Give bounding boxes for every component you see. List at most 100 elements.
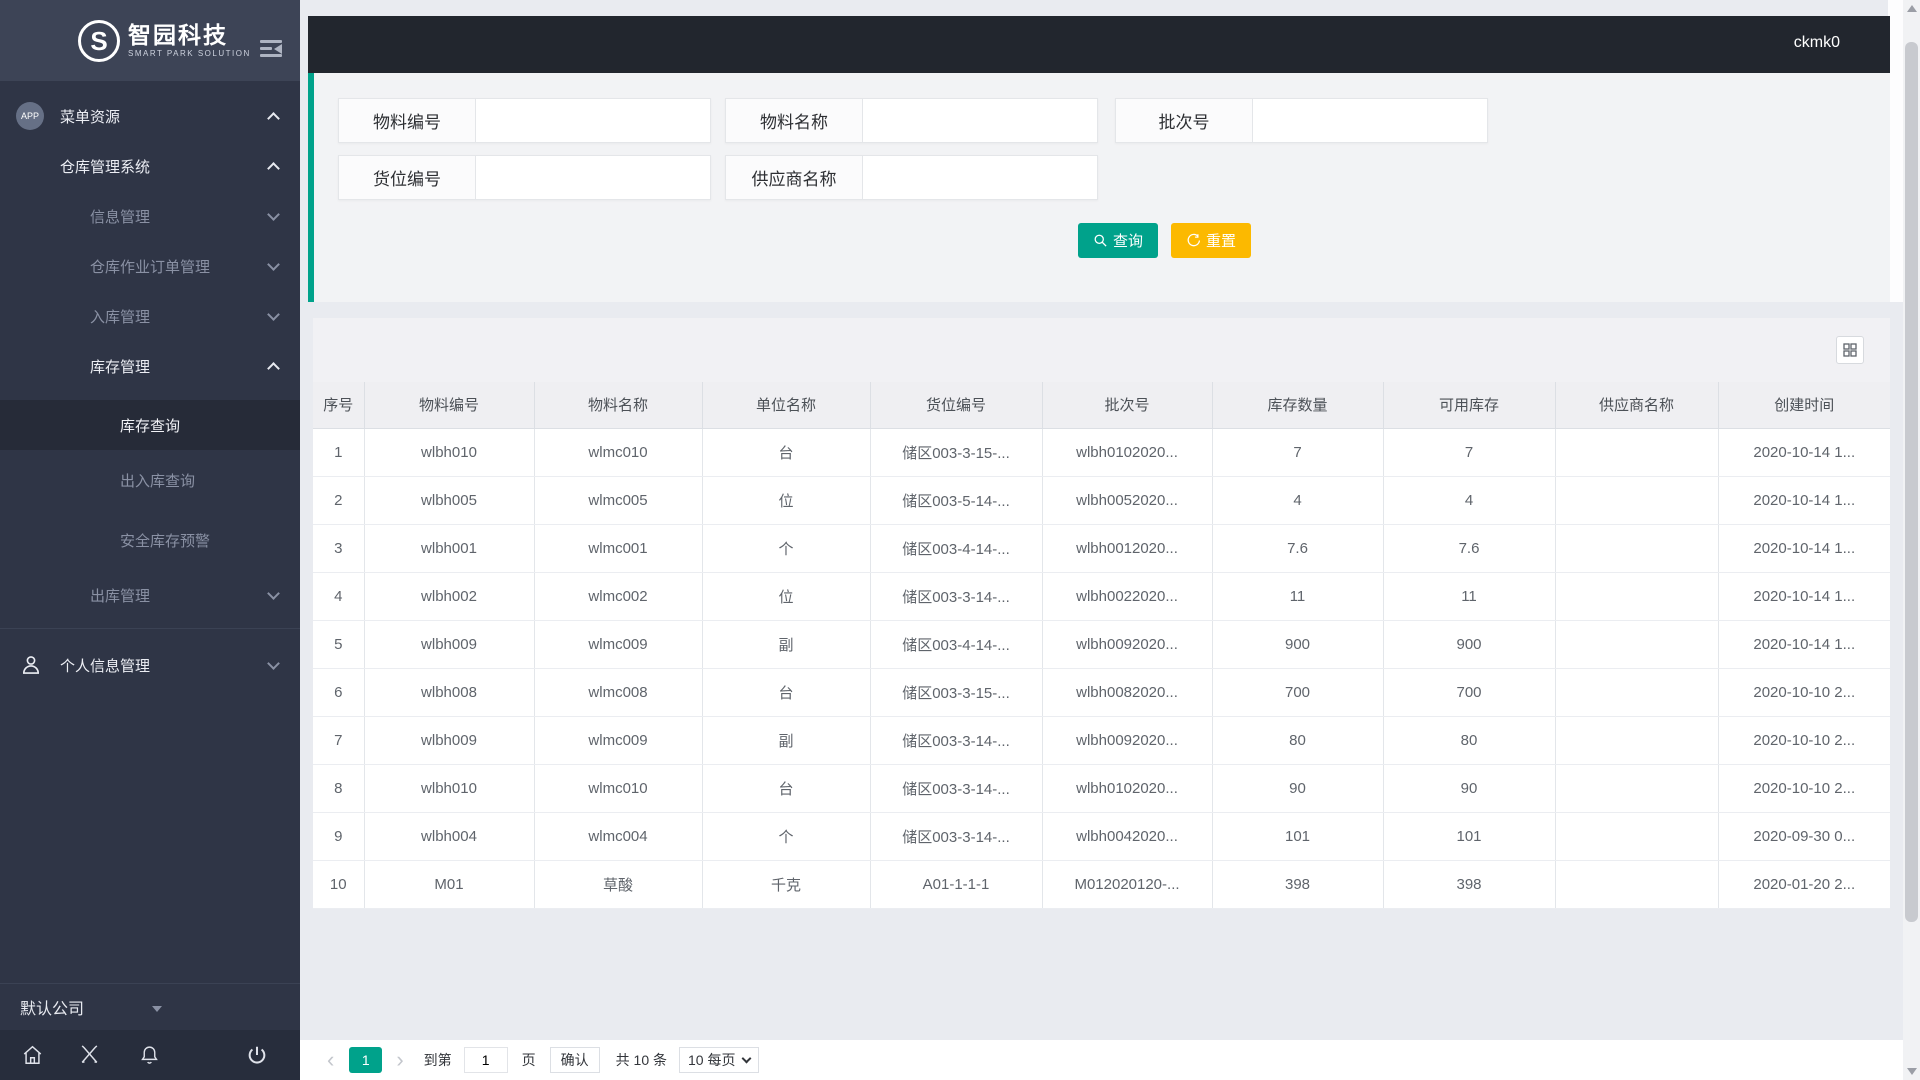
page-size-select[interactable]: 10 每页: [679, 1047, 760, 1073]
app-badge-icon: APP: [16, 102, 44, 130]
table-cell: 位: [702, 572, 871, 621]
inventory-table: 序号 物料编号 物料名称 单位名称 货位编号 批次号 库存数量 可用库存 供应商名称 创建时间 1…: [313, 382, 1890, 909]
company-select-label: 默认公司: [20, 1001, 85, 1018]
scroll-down-icon[interactable]: [1907, 1068, 1917, 1075]
table-cell: 千克: [702, 860, 871, 909]
table-cell: wlbh0092020...: [1042, 716, 1213, 765]
sidebar-item-warehouse-order-mgmt[interactable]: 仓库作业订单管理: [0, 241, 300, 291]
supplier-name-input[interactable]: [862, 155, 1098, 200]
table-cell: 900: [1212, 620, 1384, 669]
goto-label: 到第: [423, 1052, 452, 1068]
table-cell: [1555, 860, 1719, 909]
sidebar-item-inout-query[interactable]: 出入库查询: [0, 450, 300, 510]
table-cell: 7: [1383, 427, 1556, 477]
table-cell: 储区003-4-14-...: [870, 620, 1043, 669]
query-button[interactable]: 查询: [1078, 223, 1158, 258]
table-cell: [1555, 812, 1719, 861]
table-cell: A01-1-1-1: [870, 860, 1043, 909]
table-cell: [1555, 524, 1719, 573]
column-header: 物料名称: [534, 382, 703, 428]
tools-button[interactable]: [78, 1044, 101, 1066]
field-label: 批次号: [1115, 98, 1252, 143]
chevron-down-icon: [267, 257, 280, 271]
table-cell: 草酸: [534, 860, 703, 909]
page-scrollbar[interactable]: [1903, 0, 1920, 1080]
prev-page-button[interactable]: ‹: [327, 1049, 334, 1071]
home-button[interactable]: [21, 1044, 44, 1066]
sidebar-item-inbound-mgmt[interactable]: 入库管理: [0, 291, 300, 341]
reset-button[interactable]: 重置: [1171, 223, 1251, 258]
table-cell: wlmc009: [534, 620, 703, 669]
table-cell: 80: [1212, 716, 1384, 765]
table-cell: 7: [1212, 427, 1384, 477]
table-cell: wlbh0042020...: [1042, 812, 1213, 861]
table-cell: 副: [702, 716, 871, 765]
next-page-button[interactable]: ›: [396, 1049, 403, 1071]
table-cell: wlbh009: [364, 716, 535, 765]
sidebar-item-outbound-mgmt[interactable]: 出库管理: [0, 570, 300, 620]
table-row[interactable]: 6 wlbh008 wlmc008 台储区003-3-15-... wlbh008202…: [313, 668, 1890, 717]
column-settings-button[interactable]: [1836, 336, 1864, 364]
table-cell: [1555, 427, 1719, 477]
table-cell: 2020-09-30 0...: [1718, 812, 1890, 861]
sidebar-item-info-mgmt[interactable]: 信息管理: [0, 191, 300, 241]
table-row[interactable]: 4 wlbh002 wlmc002 位储区003-3-14-... wlbh002202…: [313, 572, 1890, 621]
table-cell: wlbh010: [364, 427, 535, 477]
table-row[interactable]: 1 wlbh010 wlmc010 台储区003-3-15-... wlbh010202…: [313, 427, 1890, 477]
sidebar-item-inventory-query[interactable]: 库存查询: [0, 400, 300, 450]
page-unit-label: 页: [521, 1052, 536, 1068]
scrollbar-thumb[interactable]: [1905, 42, 1918, 922]
sidebar-item-inventory-mgmt[interactable]: 库存管理: [0, 341, 300, 391]
collapse-menu-icon[interactable]: [260, 40, 282, 58]
sidebar-item-label: 个人信息管理: [60, 657, 151, 675]
goto-page-input[interactable]: [463, 1047, 508, 1073]
table-cell: wlmc002: [534, 572, 703, 621]
sidebar-item-warehouse-system[interactable]: 仓库管理系统: [0, 141, 300, 191]
table-cell: wlmc001: [534, 524, 703, 573]
sidebar-item-menu-resources[interactable]: APP 菜单资源: [0, 91, 300, 141]
table-cell: 储区003-3-15-...: [870, 668, 1043, 717]
table-row[interactable]: 2 wlbh005 wlmc005 位储区003-5-14-... wlbh005202…: [313, 476, 1890, 525]
table-cell: 台: [702, 668, 871, 717]
table-row[interactable]: 7 wlbh009 wlmc009 副储区003-3-14-... wlbh009202…: [313, 716, 1890, 765]
table-row[interactable]: 10 M01 草酸 千克 A01-1-1-1 M012020120-... 398 398 20…: [313, 860, 1890, 909]
user-menu[interactable]: ckmk0: [1794, 34, 1840, 52]
column-header: 单位名称: [702, 382, 871, 428]
table-row[interactable]: 3 wlbh001 wlmc001 个储区003-4-14-... wlbh001202…: [313, 524, 1890, 573]
table-cell: 位: [702, 476, 871, 525]
sidebar-item-safety-stock-alert[interactable]: 安全库存预警: [0, 510, 300, 570]
main-content: ckmk0 查询 重置 物料编号 物料名称 批次号 货位编号 供应商名称 序号 …: [300, 0, 1920, 1080]
table-row[interactable]: 8 wlbh010 wlmc010 台储区003-3-14-... wlbh010202…: [313, 764, 1890, 813]
sidebar-item-label: 入库管理: [90, 308, 151, 326]
table-cell: 398: [1212, 860, 1384, 909]
table-cell: 8: [313, 764, 365, 813]
sidebar-item-label: 安全库存预警: [120, 532, 211, 550]
table-cell: 储区003-3-14-...: [870, 716, 1043, 765]
table-cell: 4: [1383, 476, 1556, 525]
table-cell: 11: [1212, 572, 1384, 621]
notifications-button[interactable]: [139, 1044, 160, 1066]
sidebar-item-label: 库存查询: [120, 417, 181, 435]
location-code-input[interactable]: [475, 155, 711, 200]
chevron-down-icon: [267, 207, 280, 221]
table-cell: 4: [313, 572, 365, 621]
material-name-input[interactable]: [862, 98, 1098, 143]
table-cell: 1: [313, 427, 365, 477]
sidebar-item-personal-info-mgmt[interactable]: 个人信息管理: [0, 637, 300, 693]
table-cell: [1555, 572, 1719, 621]
column-header: 供应商名称: [1555, 382, 1719, 428]
material-code-input[interactable]: [475, 98, 711, 143]
company-select[interactable]: 默认公司: [0, 983, 300, 1030]
batch-no-input[interactable]: [1252, 98, 1488, 143]
confirm-button[interactable]: 确认: [549, 1047, 600, 1073]
scroll-up-icon[interactable]: [1907, 5, 1917, 12]
app-logo: S 智园科技 SMART PARK SOLUTION: [0, 0, 300, 81]
page-1-button[interactable]: 1: [349, 1047, 383, 1073]
logout-button[interactable]: [246, 1044, 268, 1066]
column-header: 序号: [313, 382, 365, 428]
table-cell: wlbh004: [364, 812, 535, 861]
table-row[interactable]: 9 wlbh004 wlmc004 个储区003-3-14-... wlbh004202…: [313, 812, 1890, 861]
table-cell: wlbh0012020...: [1042, 524, 1213, 573]
table-row[interactable]: 5 wlbh009 wlmc009 副储区003-4-14-... wlbh009202…: [313, 620, 1890, 669]
table-cell: [1555, 668, 1719, 717]
